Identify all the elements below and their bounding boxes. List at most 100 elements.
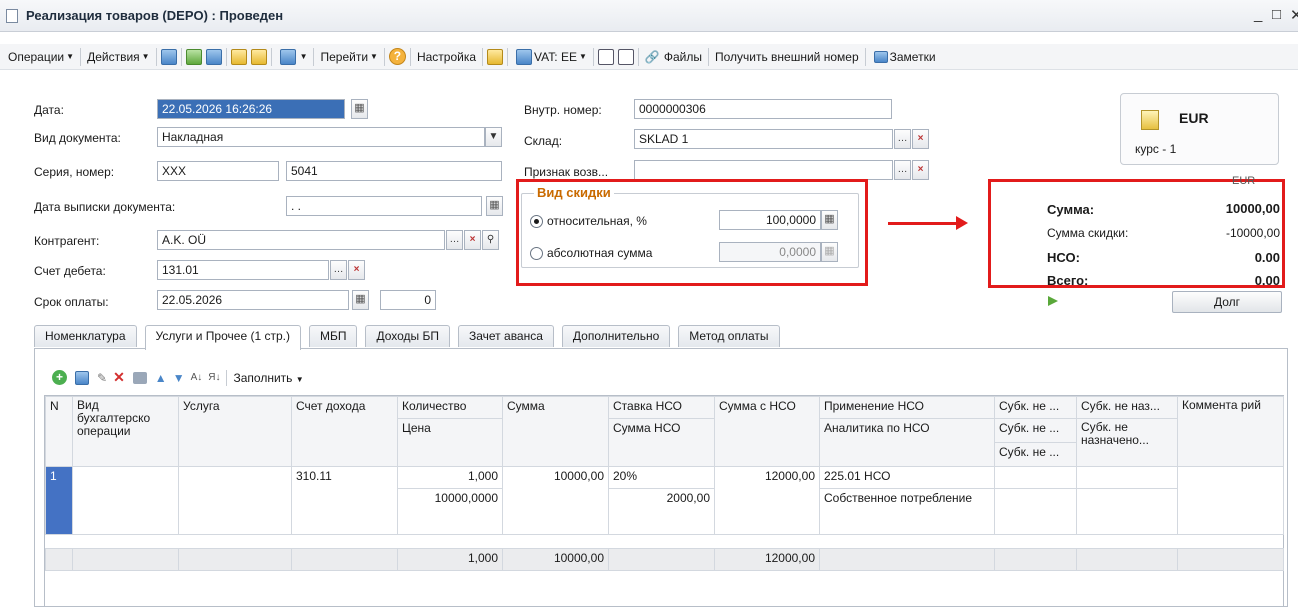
- cell-op-type[interactable]: [72, 466, 179, 535]
- cell-sum-with-vat[interactable]: 12000,00: [714, 466, 820, 535]
- close-button[interactable]: ✕: [1290, 6, 1298, 24]
- post-icon[interactable]: [160, 48, 177, 65]
- settings-button[interactable]: Настройка: [413, 46, 480, 68]
- add-icon[interactable]: +: [52, 370, 67, 385]
- col-header-op-type[interactable]: Вид бухгалтерско операции: [72, 396, 179, 467]
- move-up-icon[interactable]: ▲: [155, 371, 167, 385]
- col-header-n[interactable]: N: [45, 396, 73, 467]
- cell-sub-not-assigned[interactable]: [1076, 466, 1178, 489]
- sort-asc-icon[interactable]: A↓: [191, 372, 203, 383]
- cell-sum[interactable]: 10000,00: [502, 466, 609, 535]
- debt-button[interactable]: Долг: [1172, 291, 1282, 313]
- col-header-sub-not-assigned2[interactable]: Субк. не назначено...: [1076, 418, 1178, 467]
- cell-comment[interactable]: [1177, 466, 1284, 535]
- tab-payment-method[interactable]: Метод оплаты: [678, 325, 780, 347]
- number-input[interactable]: 5041: [286, 161, 502, 181]
- clear-icon[interactable]: ×: [464, 230, 481, 250]
- refresh-icon[interactable]: [185, 48, 202, 65]
- structure-icon[interactable]: [597, 48, 614, 65]
- cell-sub-not-assigned2[interactable]: [1076, 488, 1178, 535]
- series-input[interactable]: XXX: [157, 161, 279, 181]
- warehouse-input[interactable]: SKLAD 1: [634, 129, 893, 149]
- cell-vat-rate[interactable]: 20%: [608, 466, 715, 489]
- col-header-sum-with-vat[interactable]: Сумма с НСО: [714, 396, 820, 467]
- debit-account-input[interactable]: 131.01: [157, 260, 329, 280]
- cell-quantity[interactable]: 1,000: [397, 466, 503, 489]
- move-down-icon[interactable]: ▼: [173, 371, 185, 385]
- copy-row-icon[interactable]: [75, 370, 89, 385]
- minimize-button[interactable]: _: [1254, 6, 1262, 23]
- cell-vat-analytics[interactable]: Собственное потребление: [819, 488, 995, 535]
- print-preview-icon[interactable]: [250, 48, 267, 65]
- tab-services[interactable]: Услуги и Прочее (1 стр.): [144, 325, 301, 350]
- cell-price[interactable]: 10000,0000: [397, 488, 503, 535]
- calendar-icon[interactable]: ▦: [352, 290, 369, 310]
- date-input[interactable]: 22.05.2026 16:26:26: [157, 99, 345, 119]
- operations-menu[interactable]: Операции ▼: [4, 46, 78, 68]
- relative-radio[interactable]: [530, 215, 543, 228]
- vat-menu[interactable]: VAT: EE ▼: [510, 46, 591, 68]
- doc-type-select[interactable]: Накладная: [157, 127, 485, 147]
- ellipsis-icon[interactable]: …: [330, 260, 347, 280]
- cell-vat-application[interactable]: 225.01 НСО: [819, 466, 995, 489]
- clear-icon[interactable]: ×: [348, 260, 365, 280]
- currency-box[interactable]: EUR курс - 1: [1120, 93, 1279, 165]
- maximize-button[interactable]: □: [1272, 6, 1281, 23]
- print-icon[interactable]: [230, 48, 247, 65]
- relative-discount-input[interactable]: 100,0000: [719, 210, 821, 230]
- notes-button[interactable]: Заметки: [868, 46, 940, 68]
- based-on-menu[interactable]: ▼: [274, 46, 312, 68]
- copy-icon[interactable]: [205, 48, 222, 65]
- cell-vat-sum[interactable]: 2000,00: [608, 488, 715, 535]
- col-header-sub1[interactable]: Субк. не ...: [994, 396, 1077, 419]
- col-header-comment[interactable]: Коммента рий: [1177, 396, 1284, 467]
- cell-income-account[interactable]: 310.11: [291, 466, 398, 535]
- issue-date-input[interactable]: . .: [286, 196, 482, 216]
- col-header-sub-not-assigned[interactable]: Субк. не наз...: [1076, 396, 1178, 419]
- cell-service[interactable]: [178, 466, 292, 535]
- col-header-quantity[interactable]: Количество: [397, 396, 503, 419]
- col-header-price[interactable]: Цена: [397, 418, 503, 467]
- counterparty-input[interactable]: A.K. OÜ: [157, 230, 445, 250]
- inner-number-input[interactable]: 0000000306: [634, 99, 892, 119]
- calculator-icon[interactable]: ▦: [821, 242, 838, 262]
- due-date-input[interactable]: 22.05.2026: [157, 290, 349, 310]
- goto-menu[interactable]: Перейти ▼: [316, 46, 381, 68]
- cell-sub1[interactable]: [994, 466, 1077, 489]
- tab-additional[interactable]: Дополнительно: [561, 325, 671, 347]
- search-icon[interactable]: ⚲: [482, 230, 499, 250]
- subordinate-icon[interactable]: [617, 48, 634, 65]
- ellipsis-icon[interactable]: …: [894, 129, 911, 149]
- calendar-icon[interactable]: ▦: [351, 99, 368, 119]
- delete-icon[interactable]: ✕: [113, 369, 125, 386]
- col-header-sub3[interactable]: Субк. не ...: [994, 442, 1077, 467]
- col-header-vat-rate[interactable]: Ставка НСО: [608, 396, 715, 419]
- clear-icon[interactable]: ×: [912, 160, 929, 180]
- col-header-sub2[interactable]: Субк. не ...: [994, 418, 1077, 443]
- ellipsis-icon[interactable]: …: [894, 160, 911, 180]
- due-days-input[interactable]: 0: [380, 290, 436, 310]
- tab-advance[interactable]: Зачет аванса: [458, 325, 554, 347]
- return-sign-input[interactable]: [634, 160, 893, 180]
- col-header-vat-analytics[interactable]: Аналитика по НСО: [819, 418, 995, 467]
- end-edit-icon[interactable]: [132, 371, 147, 384]
- absolute-discount-input[interactable]: 0,0000: [719, 242, 821, 262]
- debit-credit-icon[interactable]: [487, 48, 504, 65]
- col-header-vat-application[interactable]: Применение НСО: [819, 396, 995, 419]
- tab-mbp[interactable]: МБП: [308, 325, 358, 347]
- ellipsis-icon[interactable]: …: [446, 230, 463, 250]
- sort-desc-icon[interactable]: Я↓: [208, 372, 220, 383]
- tab-nomenclature[interactable]: Номенклатура: [34, 325, 137, 347]
- fill-menu[interactable]: Заполнить ▼: [233, 371, 303, 385]
- tab-income[interactable]: Доходы БП: [365, 325, 450, 347]
- calculator-icon[interactable]: ▦: [821, 210, 838, 230]
- files-button[interactable]: 🔗 Файлы: [641, 46, 706, 68]
- col-header-service[interactable]: Услуга: [178, 396, 292, 467]
- row-number[interactable]: 1: [45, 466, 73, 535]
- col-header-vat-sum[interactable]: Сумма НСО: [608, 418, 715, 467]
- calendar-icon[interactable]: ▦: [486, 196, 503, 216]
- absolute-radio[interactable]: [530, 247, 543, 260]
- chevron-down-icon[interactable]: ▼: [485, 127, 502, 147]
- clear-icon[interactable]: ×: [912, 129, 929, 149]
- edit-icon[interactable]: ✎: [97, 371, 107, 385]
